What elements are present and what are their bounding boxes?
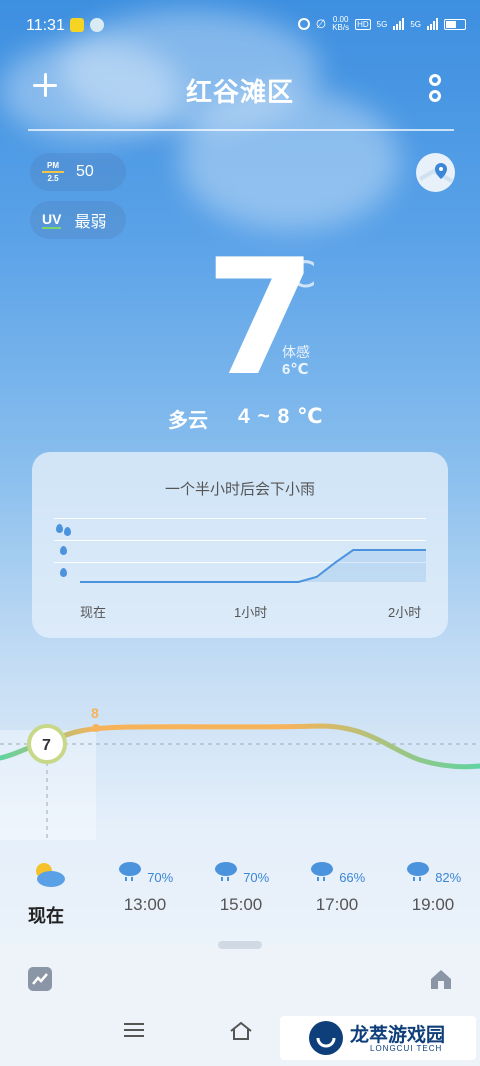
- weather-condition: 多云: [168, 410, 208, 432]
- hourly-item[interactable]: 82% 19:00: [388, 860, 478, 915]
- menu-icon: [124, 1023, 144, 1037]
- map-button[interactable]: [416, 153, 455, 192]
- header-divider: [28, 129, 454, 131]
- rain-forecast-card[interactable]: 一个半小时后会下小雨 现在 1小时 2小时: [32, 452, 448, 638]
- status-bar: 11:31 ∅ 0.00 KB/s HD 5G 5G: [0, 0, 480, 56]
- pm-icon-bottom: 2.5: [47, 174, 59, 183]
- precip-chance: 70%: [243, 870, 270, 885]
- hourly-item[interactable]: 66% 17:00: [292, 860, 382, 915]
- feels-like-label: 体感: [282, 344, 310, 360]
- partly-cloudy-icon: [31, 860, 67, 888]
- watermark: 龙萃游戏园 LONGCUI TECH: [280, 1016, 476, 1060]
- current-temp-marker-label: 7: [42, 737, 51, 754]
- menu-nav-button[interactable]: [122, 1020, 146, 1045]
- hourly-time: 15:00: [219, 895, 263, 914]
- more-options-button[interactable]: [424, 72, 448, 106]
- precip-chance: 70%: [147, 870, 174, 885]
- app-notification-icon: [90, 18, 104, 32]
- signal-5g-label: 5G: [410, 19, 421, 29]
- rain-icon: [213, 860, 239, 881]
- signal-icon: [393, 18, 405, 30]
- temperature-unit: ℃: [276, 254, 317, 295]
- drag-handle[interactable]: [218, 941, 262, 949]
- hourly-label-now: 现在: [28, 906, 64, 926]
- home-icon: [431, 970, 451, 989]
- precipitation-area: [80, 550, 426, 582]
- precip-chance: 66%: [339, 870, 366, 885]
- status-time: 11:31: [26, 17, 65, 34]
- temperature-range: 4 ~ 8 ℃: [238, 405, 324, 428]
- pm-icon-top: PM: [47, 161, 59, 170]
- precip-chance: 82%: [435, 870, 462, 885]
- watermark-logo-icon: [309, 1021, 343, 1055]
- air-quality-pill[interactable]: PM 2.5 50: [30, 153, 126, 191]
- hourly-time: 17:00: [315, 895, 359, 914]
- axis-label-2h: 2小时: [388, 605, 422, 620]
- hd-badge: HD: [355, 18, 371, 30]
- uv-index-pill[interactable]: UV 最弱: [30, 201, 126, 239]
- hourly-time: 19:00: [411, 895, 455, 914]
- peak-label: 8: [91, 705, 99, 721]
- uv-value: 最弱: [74, 214, 107, 231]
- signal-5g-label: 5G: [376, 19, 388, 29]
- trend-chart-icon: [32, 973, 48, 985]
- app-notification-icon: [70, 18, 84, 32]
- temperature-trend-curve: 8 7: [0, 705, 480, 840]
- watermark-sub: LONGCUI TECH: [370, 1044, 443, 1053]
- rain-icon: [117, 860, 143, 881]
- city-title: 红谷滩区: [185, 77, 294, 107]
- signal-icon: [427, 18, 438, 30]
- battery-icon: [444, 18, 466, 30]
- netspeed-unit: KB/s: [332, 23, 350, 32]
- alarm-icon: [297, 18, 310, 30]
- hourly-item[interactable]: 70% 15:00: [196, 860, 286, 915]
- trend-chart-button[interactable]: [28, 967, 52, 991]
- home-nav-icon: [230, 1021, 252, 1040]
- peak-point: [92, 724, 100, 732]
- pm25-icon: PM 2.5: [42, 161, 64, 183]
- home-button[interactable]: [428, 967, 454, 991]
- rain-icon: [309, 860, 335, 881]
- feels-like-value: 6℃: [282, 361, 309, 378]
- mute-icon: ∅: [315, 17, 327, 31]
- network-speed: 0.00 KB/s: [332, 16, 349, 32]
- watermark-name: 龙萃游戏园: [350, 1025, 446, 1046]
- hourly-item[interactable]: 70% 13:00: [100, 860, 190, 915]
- hourly-time: 13:00: [123, 895, 167, 914]
- axis-label-1h: 1小时: [234, 605, 268, 620]
- axis-label-now: 现在: [80, 605, 107, 620]
- map-pin-icon: [419, 163, 453, 183]
- hourly-item-now[interactable]: [4, 860, 94, 893]
- home-nav-button[interactable]: [228, 1020, 254, 1047]
- aqi-value: 50: [76, 163, 94, 180]
- uv-icon: UV: [42, 211, 62, 229]
- cloud-decoration: [180, 90, 400, 230]
- rain-icon: [405, 860, 431, 881]
